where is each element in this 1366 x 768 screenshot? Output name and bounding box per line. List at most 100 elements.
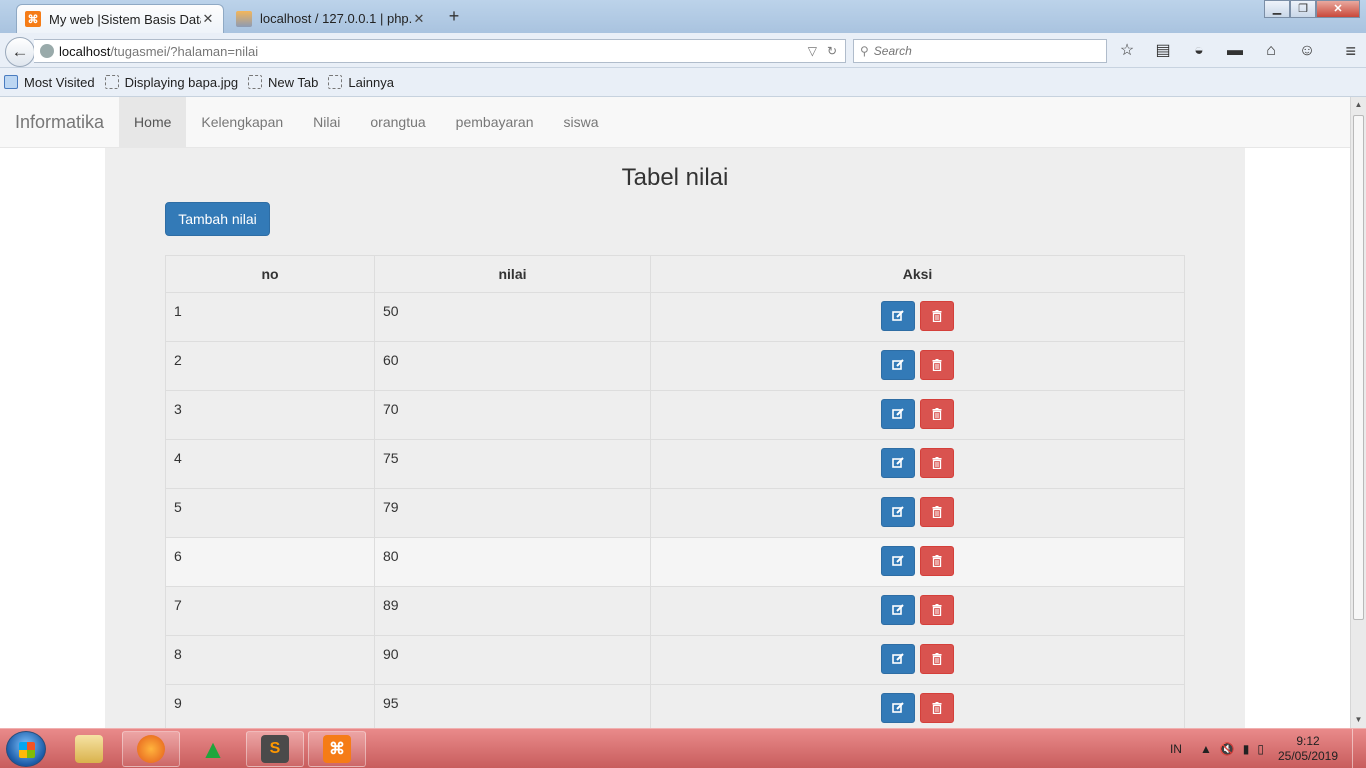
taskbar-firefox[interactable]	[122, 731, 180, 767]
page-scrollbar[interactable]: ▲ ▼	[1350, 97, 1366, 728]
home-icon[interactable]: ⌂	[1260, 41, 1282, 61]
delete-button[interactable]	[920, 301, 955, 331]
cell-nilai: 90	[374, 635, 651, 685]
cell-no: 1	[165, 292, 375, 342]
xampp-icon: ⌘	[25, 11, 41, 27]
cell-aksi	[650, 488, 1185, 538]
edit-button[interactable]	[880, 546, 915, 576]
delete-button[interactable]	[920, 595, 955, 625]
bookmark-lainnya[interactable]: Lainnya	[328, 75, 394, 90]
table-row: 1 50	[165, 292, 1185, 342]
delete-button[interactable]	[920, 350, 955, 380]
new-tab-button[interactable]: +	[444, 6, 464, 26]
bookmark-label: New Tab	[268, 74, 319, 90]
firefox-icon	[137, 735, 165, 763]
windows-taskbar: ▲ S ⌘ IN ▲ 🔇 ▮ ▯ 9:12 25/05/2019	[0, 728, 1366, 768]
clock[interactable]: 9:12 25/05/2019	[1272, 734, 1344, 764]
toolbar-icons: ☆ ▤ ◒ ▬ ⌂ ☺	[1116, 41, 1318, 61]
main-container: Tabel nilai Tambah nilai no nilai Aksi 1…	[105, 148, 1245, 728]
scroll-down-icon[interactable]: ▼	[1351, 712, 1366, 728]
tab-title: My web |Sistem Basis Data|	[49, 11, 201, 27]
table-header: no nilai Aksi	[165, 255, 1185, 293]
language-indicator[interactable]: IN	[1170, 742, 1182, 756]
bookmark-displaying-bapa[interactable]: Displaying bapa.jpg	[104, 75, 238, 90]
add-nilai-button[interactable]: Tambah nilai	[165, 202, 270, 236]
show-desktop-button[interactable]	[1352, 729, 1366, 768]
minimize-button[interactable]: ▁	[1264, 0, 1290, 18]
nav-siswa[interactable]: siswa	[549, 97, 614, 147]
url-path: /tugasmei/?halaman=nilai	[110, 43, 259, 59]
cell-nilai: 50	[374, 292, 651, 342]
windows-logo-icon	[19, 742, 35, 758]
smiley-icon[interactable]: ☺	[1296, 41, 1318, 61]
table-row: 5 79	[165, 488, 1185, 538]
volume-muted-icon[interactable]: 🔇	[1220, 742, 1235, 756]
taskbar-app[interactable]: ▲	[184, 731, 242, 767]
bookmark-new-tab[interactable]: New Tab	[248, 75, 318, 90]
reload-icon[interactable]: ↻	[827, 44, 837, 58]
bookmark-star-icon[interactable]: ☆	[1116, 41, 1138, 61]
table-row: 8 90	[165, 635, 1185, 685]
taskbar-explorer[interactable]	[60, 731, 118, 767]
bookmark-most-visited[interactable]: Most Visited	[4, 75, 95, 90]
battery-icon[interactable]: ▯	[1257, 742, 1264, 756]
edit-button[interactable]	[880, 399, 915, 429]
edit-button[interactable]	[880, 693, 915, 723]
show-hidden-icons[interactable]: ▲	[1200, 742, 1212, 756]
search-input[interactable]	[873, 44, 1094, 58]
dropdown-icon[interactable]: ▽	[808, 44, 817, 58]
delete-button[interactable]	[920, 399, 955, 429]
download-icon[interactable]: ▬	[1224, 41, 1246, 61]
bookmark-label: Most Visited	[24, 74, 95, 90]
nav-home[interactable]: Home	[119, 97, 187, 147]
reading-list-icon[interactable]: ▤	[1152, 41, 1174, 61]
tab-my-web[interactable]: ⌘ My web |Sistem Basis Data| ✕	[16, 4, 224, 33]
cell-no: 7	[165, 586, 375, 636]
sublime-text-icon: S	[261, 735, 289, 763]
edit-button[interactable]	[880, 301, 915, 331]
scroll-up-icon[interactable]: ▲	[1351, 97, 1366, 113]
close-tab-icon[interactable]: ✕	[201, 11, 215, 27]
start-button[interactable]	[6, 731, 46, 767]
delete-button[interactable]	[920, 693, 955, 723]
delete-button[interactable]	[920, 644, 955, 674]
tab-phpmyadmin[interactable]: localhost / 127.0.0.1 | php... ✕	[228, 4, 434, 33]
site-brand[interactable]: Informatika	[0, 97, 119, 147]
hamburger-menu-icon[interactable]: ≡	[1345, 41, 1356, 62]
edit-button[interactable]	[880, 448, 915, 478]
close-window-button[interactable]: ✕	[1316, 0, 1360, 18]
table-row: 4 75	[165, 439, 1185, 489]
edit-button[interactable]	[880, 644, 915, 674]
page-icon	[104, 75, 119, 89]
bookmark-label: Lainnya	[348, 74, 394, 90]
pocket-icon[interactable]: ◒	[1188, 41, 1210, 61]
nav-nilai[interactable]: Nilai	[298, 97, 355, 147]
edit-button[interactable]	[880, 497, 915, 527]
address-bar[interactable]: localhost/tugasmei/?halaman=nilai ▽ ↻	[34, 39, 846, 63]
taskbar-xampp[interactable]: ⌘	[308, 731, 366, 767]
cell-aksi	[650, 292, 1185, 342]
cell-no: 2	[165, 341, 375, 391]
scrollbar-thumb[interactable]	[1353, 115, 1364, 620]
network-signal-icon[interactable]: ▮	[1243, 742, 1250, 756]
cell-aksi	[650, 635, 1185, 685]
table-row: 3 70	[165, 390, 1185, 440]
cell-nilai: 89	[374, 586, 651, 636]
taskbar-sublime[interactable]: S	[246, 731, 304, 767]
folder-icon	[75, 735, 103, 763]
nav-pembayaran[interactable]: pembayaran	[441, 97, 549, 147]
restore-button[interactable]: ❐	[1290, 0, 1316, 18]
page-icon	[328, 75, 343, 89]
delete-button[interactable]	[920, 497, 955, 527]
edit-button[interactable]	[880, 350, 915, 380]
delete-button[interactable]	[920, 546, 955, 576]
search-box[interactable]: ⚲	[853, 39, 1107, 63]
clock-date: 25/05/2019	[1277, 749, 1339, 763]
cell-nilai: 60	[374, 341, 651, 391]
nav-kelengkapan[interactable]: Kelengkapan	[186, 97, 298, 147]
nav-orangtua[interactable]: orangtua	[355, 97, 440, 147]
edit-button[interactable]	[880, 595, 915, 625]
delete-button[interactable]	[920, 448, 955, 478]
close-tab-icon[interactable]: ✕	[412, 11, 426, 27]
back-button[interactable]: ←	[5, 37, 35, 67]
